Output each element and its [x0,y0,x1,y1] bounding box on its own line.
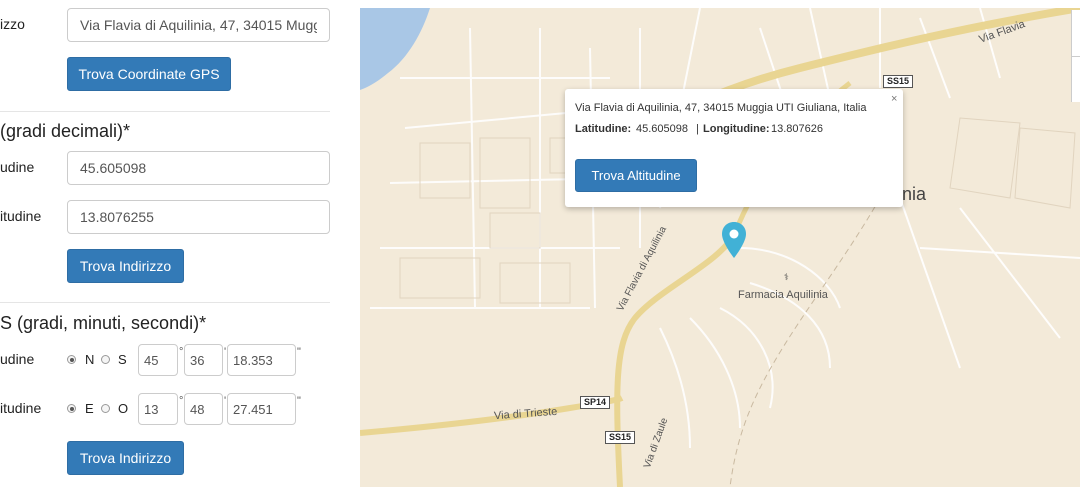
shield-ss15-top: SS15 [883,75,914,88]
lng-degrees-input[interactable] [138,393,178,425]
lng-seconds-input[interactable] [227,393,296,425]
decimal-heading: (gradi decimali)* [0,121,131,141]
find-gps-button[interactable]: Trova Coordinate GPS [67,57,231,91]
longitude-label: itudine [0,208,42,224]
radio-south-label: S [118,352,127,367]
find-address-button-dms[interactable]: Trova Indirizzo [67,441,184,475]
latitude-input[interactable] [67,151,330,185]
info-popup: Via Flavia di Aquilinia, 47, 34015 Muggi… [565,89,903,207]
radio-west[interactable] [101,404,110,413]
address-label: izzo [0,16,25,32]
longitude-input[interactable] [67,200,330,234]
label-farmacia: Farmacia Aquilinia [738,289,828,301]
popup-lat-label: Latitudine: [575,123,632,135]
minute-symbol: ' [224,346,227,358]
lat-seconds-input[interactable] [227,344,296,376]
dms-latitude-label: udine [0,351,35,367]
radio-east[interactable] [67,404,76,413]
degree-symbol: ° [179,395,184,407]
popup-lng-value: 13.807626 [771,123,823,135]
divider [0,111,330,112]
popup-lat-value: 45.605098 [636,123,688,135]
degree-symbol: ° [179,346,184,358]
shield-sp14: SP14 [580,396,611,409]
location-marker-icon[interactable] [722,222,746,258]
second-symbol: " [297,395,301,407]
find-address-button-decimal[interactable]: Trova Indirizzo [67,249,184,283]
radio-west-label: O [118,401,129,416]
popup-separator: | [696,123,699,135]
boundary-line [729,197,881,487]
radio-east-label: E [85,401,94,416]
radio-north-label: N [85,352,95,367]
map-view[interactable]: Via Flavia SS15 Via Flavia di Aquilinia … [360,8,1080,487]
latitude-label: udine [0,159,35,175]
zoom-divider [1072,56,1080,57]
second-symbol: " [297,346,301,358]
address-input[interactable] [67,8,330,42]
zoom-control[interactable] [1071,10,1080,102]
map-canvas [360,8,1080,487]
radio-north[interactable] [67,355,76,364]
shield-ss15-bottom: SS15 [605,431,636,444]
pharmacy-icon: ⚕ [784,272,789,282]
form-panel: izzo Trova Coordinate GPS (gradi decimal… [0,0,360,487]
find-altitude-button[interactable]: Trova Altitudine [575,159,697,192]
lat-degrees-input[interactable] [138,344,178,376]
lng-minutes-input[interactable] [184,393,223,425]
lat-minutes-input[interactable] [184,344,223,376]
popup-close-icon[interactable]: × [891,93,897,105]
popup-lng-label: Longitudine: [703,123,770,135]
minute-symbol: ' [224,395,227,407]
dms-longitude-label: itudine [0,400,42,416]
divider [0,302,330,303]
popup-address: Via Flavia di Aquilinia, 47, 34015 Muggi… [575,102,867,114]
radio-south[interactable] [101,355,110,364]
dms-heading: S (gradi, minuti, secondi)* [0,313,207,333]
